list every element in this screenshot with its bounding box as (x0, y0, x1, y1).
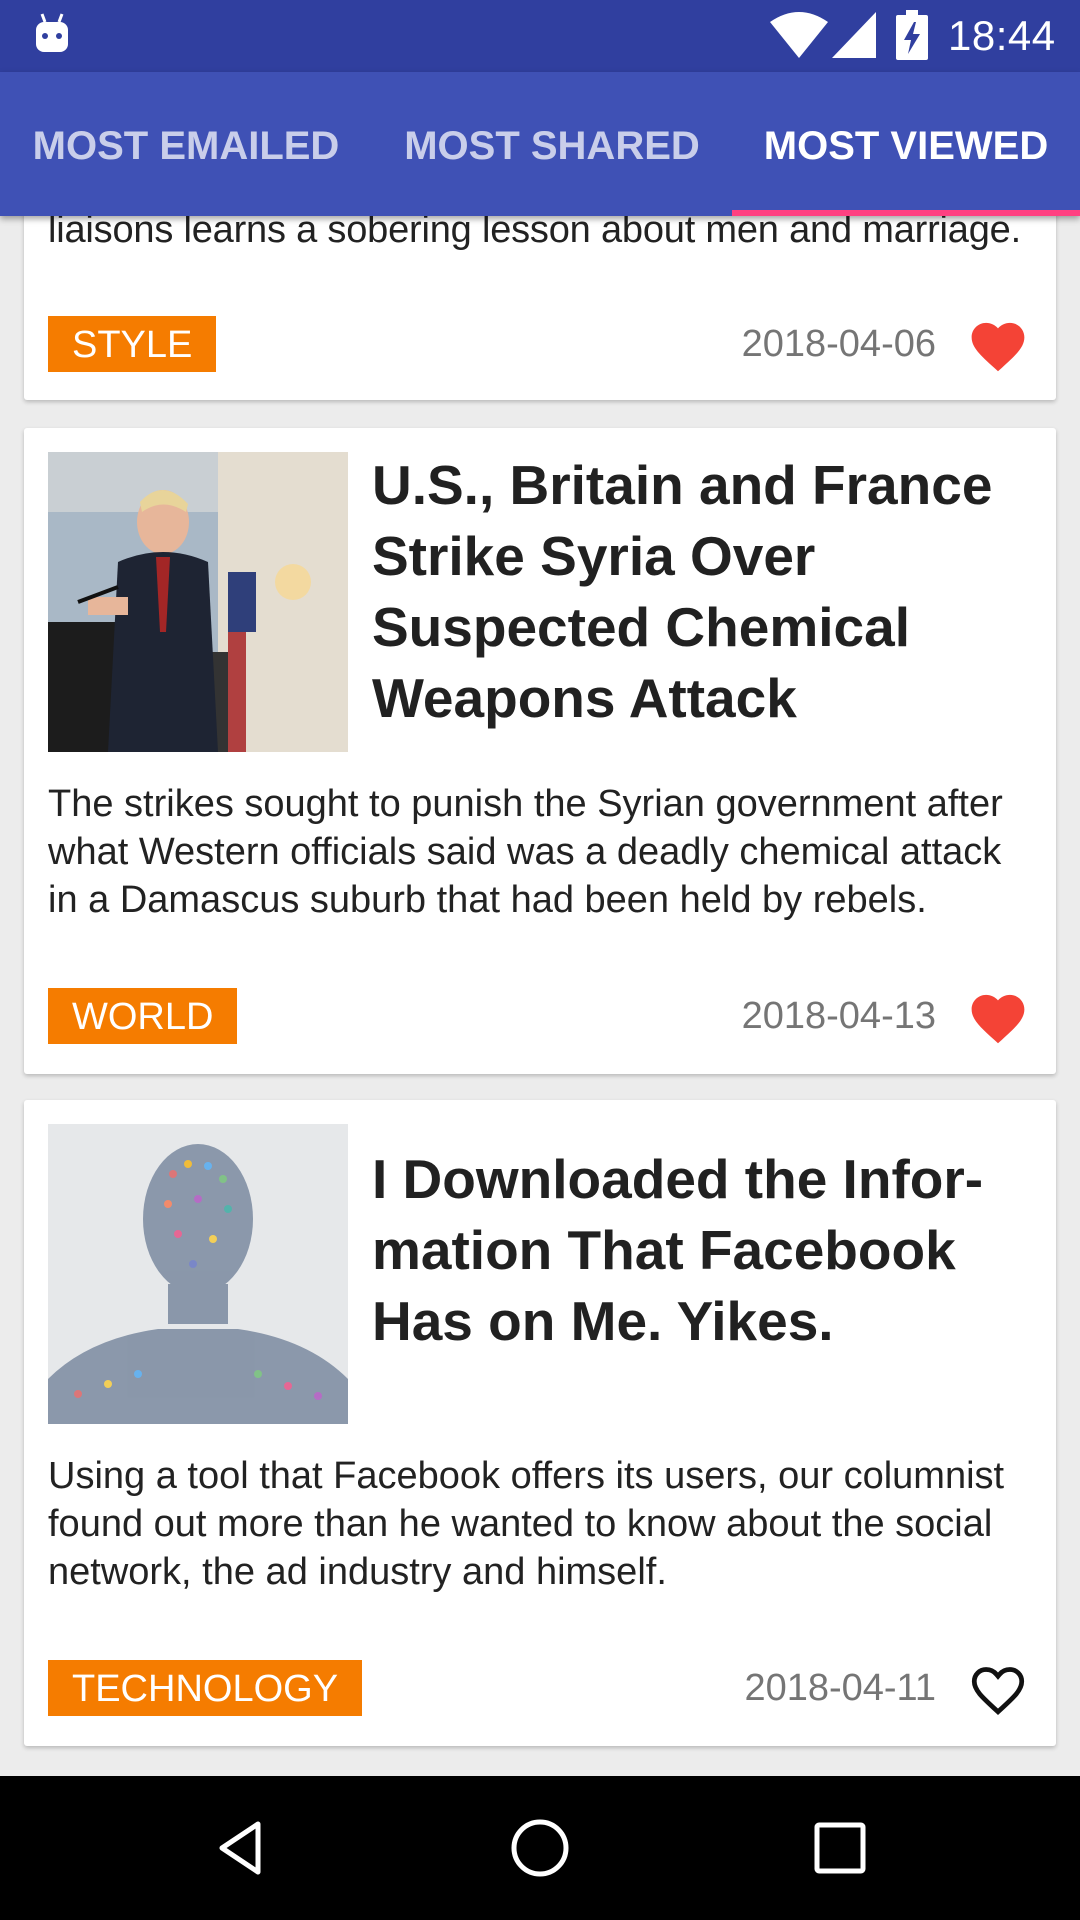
section-tag: STYLE (48, 316, 217, 372)
section-tag: TECHNOLOGY (48, 1660, 363, 1716)
tab-most-emailed[interactable]: MOST EMAILED (0, 72, 372, 216)
tab-bar: MOST EMAILED MOST SHARED MOST VIEWED (0, 72, 1080, 216)
article-title[interactable]: U.S., Britain and France Strike Syria Ov… (372, 450, 1028, 734)
signal-icon (832, 12, 876, 58)
article-list[interactable]: liaisons learns a sobering lesson about … (0, 216, 1080, 1776)
article-thumbnail[interactable] (48, 1124, 348, 1424)
article-title[interactable]: I Downloaded the Infor­mation That Faceb… (372, 1144, 1028, 1357)
article-thumbnail[interactable] (48, 452, 348, 752)
status-bar: 18:44 (0, 0, 1080, 72)
article-summary: liaisons learns a sobering lesson about … (48, 216, 1021, 251)
article-date: 2018-04-11 (744, 1667, 936, 1709)
article-card[interactable]: U.S., Britain and France Strike Syria Ov… (24, 428, 1056, 1074)
home-icon[interactable] (508, 1816, 572, 1880)
article-summary: Using a tool that Facebook offers its us… (48, 1455, 1005, 1593)
clock: 18:44 (948, 12, 1056, 59)
recents-icon[interactable] (808, 1816, 872, 1880)
favorite-heart-outline-icon[interactable] (966, 1659, 1030, 1717)
article-date: 2018-04-13 (741, 995, 936, 1037)
article-card[interactable]: liaisons learns a sobering lesson about … (24, 216, 1056, 400)
article-summary: The strikes sought to punish the Syrian … (48, 783, 1003, 921)
android-notification-icon (36, 13, 68, 52)
back-icon[interactable] (208, 1816, 272, 1880)
article-card[interactable]: I Downloaded the Infor­mation That Faceb… (24, 1100, 1056, 1746)
favorite-heart-icon[interactable] (966, 987, 1030, 1045)
article-date: 2018-04-06 (741, 323, 936, 365)
section-tag: WORLD (48, 988, 238, 1044)
tab-indicator (732, 210, 1080, 216)
favorite-heart-icon[interactable] (966, 315, 1030, 373)
tab-most-viewed[interactable]: MOST VIEWED (732, 72, 1080, 216)
tab-most-shared[interactable]: MOST SHARED (372, 72, 732, 216)
navigation-bar (0, 1776, 1080, 1920)
wifi-icon (770, 12, 828, 58)
battery-charging-icon (896, 10, 928, 60)
